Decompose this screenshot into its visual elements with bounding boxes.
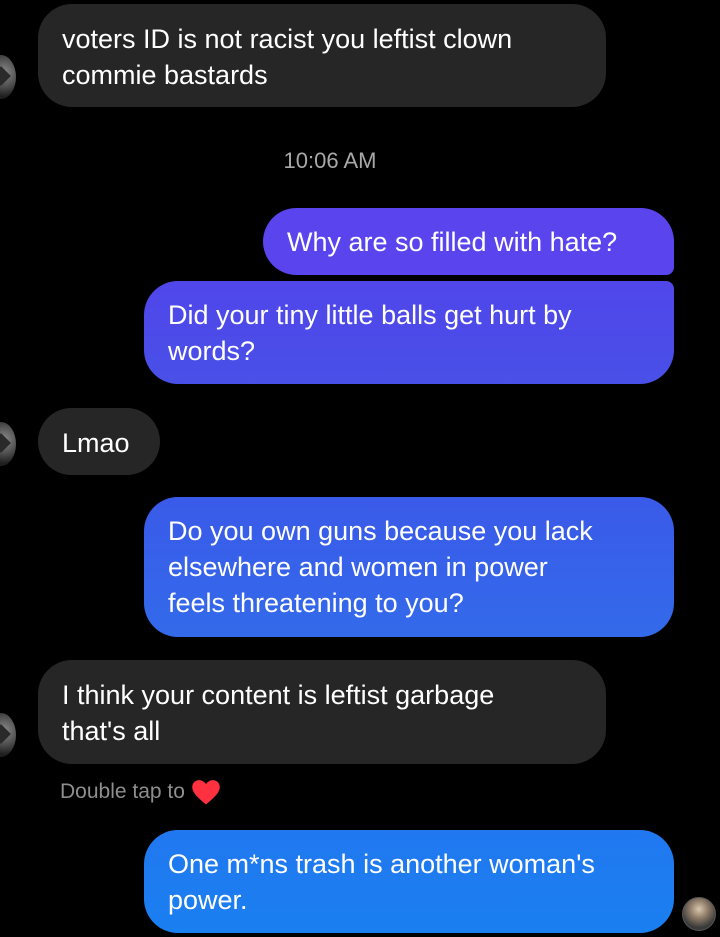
contact-avatar[interactable] bbox=[0, 422, 16, 466]
incoming-message[interactable]: I think your content is leftist garbage … bbox=[38, 660, 606, 764]
incoming-message[interactable]: Lmao bbox=[38, 408, 160, 475]
message-timestamp: 10:06 AM bbox=[283, 148, 377, 173]
contact-avatar[interactable] bbox=[0, 55, 16, 99]
heart-icon[interactable] bbox=[191, 778, 221, 806]
outgoing-message[interactable]: One m*ns trash is another woman's power. bbox=[144, 830, 674, 933]
double-tap-hint-text: Double tap to bbox=[60, 780, 185, 803]
my-avatar bbox=[682, 897, 716, 931]
contact-avatar[interactable] bbox=[0, 713, 16, 757]
double-tap-hint: Double tap to bbox=[60, 778, 221, 806]
outgoing-message[interactable]: Why are so filled with hate? bbox=[263, 208, 674, 275]
outgoing-message[interactable]: Did your tiny little balls get hurt by w… bbox=[144, 281, 674, 384]
outgoing-message[interactable]: Do you own guns because you lack elsewhe… bbox=[144, 497, 674, 637]
incoming-message[interactable]: voters ID is not racist you leftist clow… bbox=[38, 4, 606, 107]
